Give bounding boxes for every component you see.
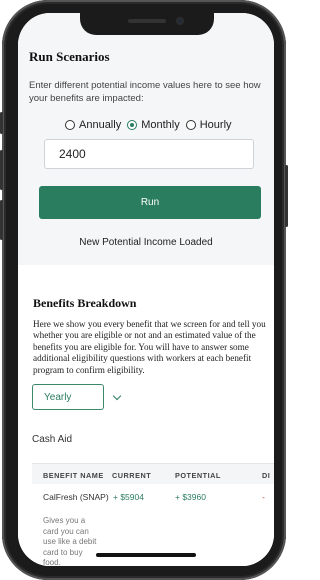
notch [80, 13, 214, 35]
radio-monthly-circle[interactable] [127, 120, 138, 130]
chevron-down-icon[interactable] [112, 391, 122, 401]
benefits-breakdown-section: Benefits Breakdown Here we show you ever… [18, 265, 274, 566]
volume-down-button [0, 200, 3, 240]
phone-screen: Run Scenarios Enter different potential … [18, 13, 274, 566]
benefit-current-value: + $5904 [113, 492, 144, 502]
power-button [285, 165, 288, 227]
cash-aid-heading: Cash Aid [32, 434, 73, 445]
benefit-frequency-select[interactable]: Yearly [32, 384, 104, 410]
benefits-breakdown-description: Here we show you every benefit that we s… [33, 319, 266, 375]
radio-hourly-label: Hourly [199, 119, 232, 131]
benefit-description: Gives you a card you can use like a debi… [43, 516, 97, 566]
header-potential: POTENTIAL [175, 471, 221, 480]
radio-annually-label: Annually [79, 119, 122, 131]
run-button[interactable]: Run [39, 186, 261, 219]
header-difference: DI [262, 471, 271, 480]
benefit-difference-value: - [262, 492, 265, 502]
radio-annually[interactable]: Annually [65, 119, 121, 131]
radio-hourly-circle[interactable] [185, 120, 196, 130]
volume-up-button [0, 150, 3, 190]
benefits-breakdown-title: Benefits Breakdown [33, 296, 137, 310]
radio-hourly[interactable]: Hourly [185, 119, 232, 131]
income-frequency-radio-group: Annually Monthly Hourly [65, 119, 238, 131]
status-message: New Potential Income Loaded [79, 237, 213, 248]
header-benefit-name: BENEFIT NAME [43, 471, 104, 480]
benefits-table: BENEFIT NAME CURRENT POTENTIAL DI CalFre… [32, 463, 274, 566]
benefit-frequency-value: Yearly [44, 392, 72, 403]
benefit-potential-value: + $3960 [175, 492, 206, 502]
run-scenarios-section: Run Scenarios Enter different potential … [18, 13, 274, 265]
phone-frame: Run Scenarios Enter different potential … [0, 0, 288, 580]
radio-monthly-label: Monthly [141, 119, 180, 131]
benefit-name: CalFresh (SNAP) [43, 492, 109, 502]
speaker-grille [128, 19, 166, 23]
potential-income-input[interactable] [44, 139, 254, 169]
run-scenarios-description: Enter different potential income values … [29, 80, 261, 104]
radio-monthly[interactable]: Monthly [127, 119, 180, 131]
front-camera-icon [176, 17, 184, 25]
header-current: CURRENT [112, 471, 152, 480]
home-indicator[interactable] [96, 553, 196, 557]
radio-annually-circle[interactable] [65, 120, 75, 130]
run-scenarios-title: Run Scenarios [29, 49, 110, 64]
mute-switch [0, 112, 3, 134]
